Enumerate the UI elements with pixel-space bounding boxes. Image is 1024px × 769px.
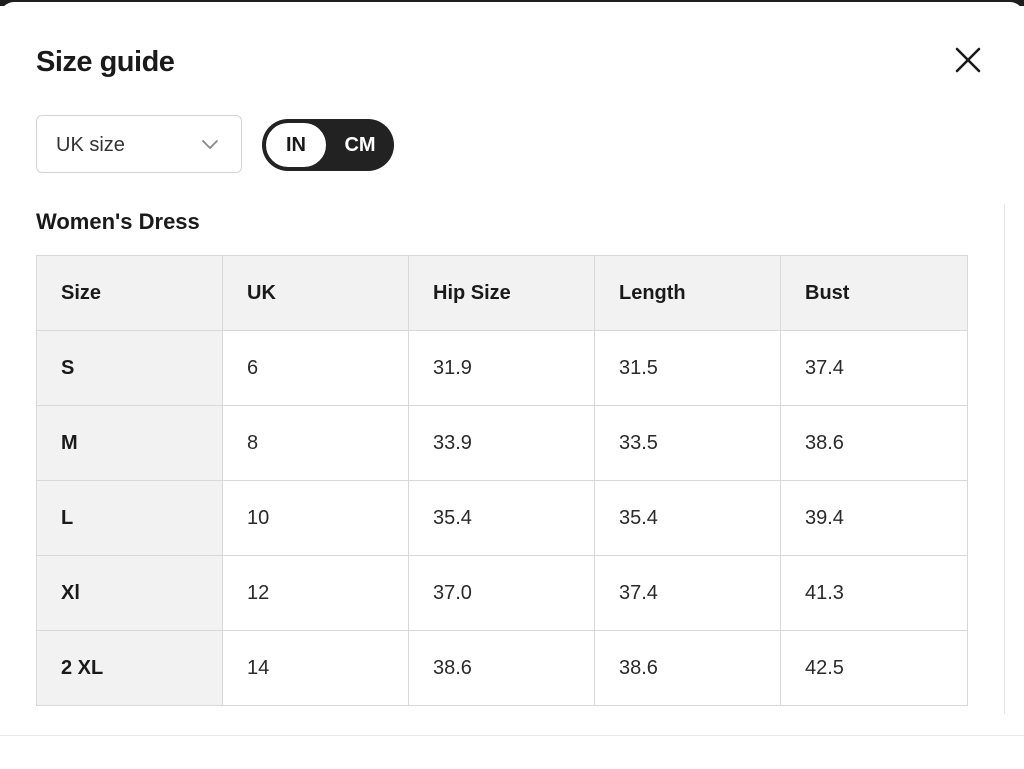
unit-option-cm[interactable]: CM [328, 119, 392, 171]
unit-toggle[interactable]: IN CM [262, 119, 394, 171]
table-cell: 6 [222, 330, 409, 406]
table-cell: 35.4 [594, 480, 781, 556]
close-icon [955, 47, 981, 73]
table-cell: 38.6 [594, 630, 781, 706]
table-cell: 35.4 [408, 480, 595, 556]
table-row: S 6 31.9 31.5 37.4 [36, 330, 968, 406]
footer-divider [0, 735, 1024, 736]
table-cell: 39.4 [780, 480, 968, 556]
table-cell: 8 [222, 405, 409, 481]
table-header-row: Size UK Hip Size Length Bust [36, 255, 968, 331]
table-cell: 37.0 [408, 555, 595, 631]
table-row: Xl 12 37.0 37.4 41.3 [36, 555, 968, 631]
size-system-select[interactable]: UK size [36, 115, 242, 173]
column-header: Size [36, 255, 223, 331]
size-chart-scroll-area[interactable]: Women's Dress Size UK Hip Size Length Bu… [0, 204, 1005, 714]
table-row: 2 XL 14 38.6 38.6 42.5 [36, 630, 968, 706]
table-row: M 8 33.9 33.5 38.6 [36, 405, 968, 481]
size-cell: L [36, 480, 223, 556]
table-cell: 31.5 [594, 330, 781, 406]
table-cell: 12 [222, 555, 409, 631]
table-cell: 31.9 [408, 330, 595, 406]
size-cell: S [36, 330, 223, 406]
table-cell: 37.4 [780, 330, 968, 406]
column-header: Bust [780, 255, 968, 331]
column-header: Hip Size [408, 255, 595, 331]
chevron-down-icon [201, 137, 219, 153]
table-cell: 14 [222, 630, 409, 706]
table-cell: 38.6 [408, 630, 595, 706]
size-cell: 2 XL [36, 630, 223, 706]
table-cell: 37.4 [594, 555, 781, 631]
unit-option-in[interactable]: IN [264, 121, 328, 169]
column-header: Length [594, 255, 781, 331]
column-header: UK [222, 255, 409, 331]
size-system-value: UK size [56, 134, 125, 156]
table-cell: 41.3 [780, 555, 968, 631]
section-title: Women's Dress [36, 209, 200, 234]
table-cell: 10 [222, 480, 409, 556]
table-cell: 38.6 [780, 405, 968, 481]
size-guide-modal: Size guide UK size IN CM Women's Dress S… [0, 2, 1024, 769]
table-cell: 42.5 [780, 630, 968, 706]
size-cell: Xl [36, 555, 223, 631]
size-table: Size UK Hip Size Length Bust S 6 31.9 31… [36, 255, 968, 706]
table-cell: 33.5 [594, 405, 781, 481]
size-cell: M [36, 405, 223, 481]
modal-title: Size guide [36, 46, 175, 78]
table-row: L 10 35.4 35.4 39.4 [36, 480, 968, 556]
close-button[interactable] [948, 40, 988, 80]
table-cell: 33.9 [408, 405, 595, 481]
